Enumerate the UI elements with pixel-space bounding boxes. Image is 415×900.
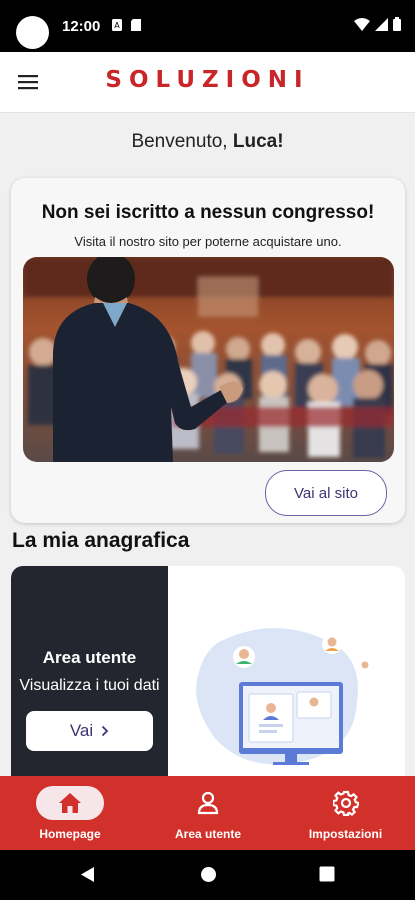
nav-label-homepage: Homepage [39, 827, 101, 841]
home-icon [59, 793, 81, 813]
system-navigation-bar [0, 850, 415, 900]
nav-active-indicator [36, 786, 104, 820]
back-icon[interactable] [80, 866, 95, 883]
notification-a-icon: A [112, 19, 122, 31]
nav-item-homepage[interactable]: Homepage [0, 776, 140, 850]
go-button[interactable]: Vai [26, 711, 153, 751]
welcome-user-name: Luca! [232, 131, 284, 152]
nav-item-settings[interactable]: Impostazioni [276, 776, 415, 850]
nav-label-user-area: Area utente [174, 827, 242, 841]
user-area-subtitle: Visualizza i tuoi dati [19, 677, 160, 694]
brand-logo: SOLUZIONI [105, 67, 310, 93]
go-button-label: Vai [69, 721, 94, 740]
chevron-right-icon [102, 725, 109, 737]
system-status-icons [354, 17, 401, 31]
signal-icon [375, 17, 388, 31]
person-icon [197, 791, 219, 815]
congress-card: Non sei iscritto a nessun congresso! Vis… [11, 178, 405, 523]
user-profiles-illustration [196, 628, 373, 765]
welcome-greeting: Benvenuto, [131, 131, 233, 152]
battery-icon [393, 17, 401, 31]
congress-card-title: Non sei iscritto a nessun congresso! [41, 202, 375, 223]
welcome-message: Benvenuto, Luca! [0, 131, 415, 153]
section-title: La mia anagrafica [12, 529, 190, 552]
user-area-panel: Area utente Visualizza i tuoi dati Vai [11, 566, 168, 780]
sd-card-icon [131, 19, 141, 31]
gear-icon [332, 790, 359, 816]
camera-cutout [16, 16, 49, 49]
visit-site-button[interactable]: Vai al sito [265, 470, 387, 516]
wifi-icon [354, 17, 370, 31]
nav-pill-user-area [174, 786, 242, 820]
user-area-card: Area utente Visualizza i tuoi dati Vai [11, 566, 405, 780]
congress-card-subtitle: Visita il nostro sito per poterne acquis… [74, 234, 342, 249]
bottom-navigation: Homepage Area utente Impostazioni [0, 776, 415, 850]
status-time: 12:00 [62, 18, 101, 35]
nav-pill-settings [312, 786, 380, 820]
conference-image [23, 257, 394, 462]
user-area-title: Area utente [42, 648, 137, 667]
app-bar: SOLUZIONI [0, 52, 415, 113]
status-bar: 12:00 A [0, 0, 415, 52]
nav-label-settings: Impostazioni [308, 827, 383, 841]
recents-icon[interactable] [319, 866, 335, 882]
home-circle-icon[interactable] [200, 866, 217, 883]
svg-text:A: A [114, 21, 120, 30]
nav-item-user-area[interactable]: Area utente [138, 776, 278, 850]
notification-icons: A [112, 19, 141, 31]
